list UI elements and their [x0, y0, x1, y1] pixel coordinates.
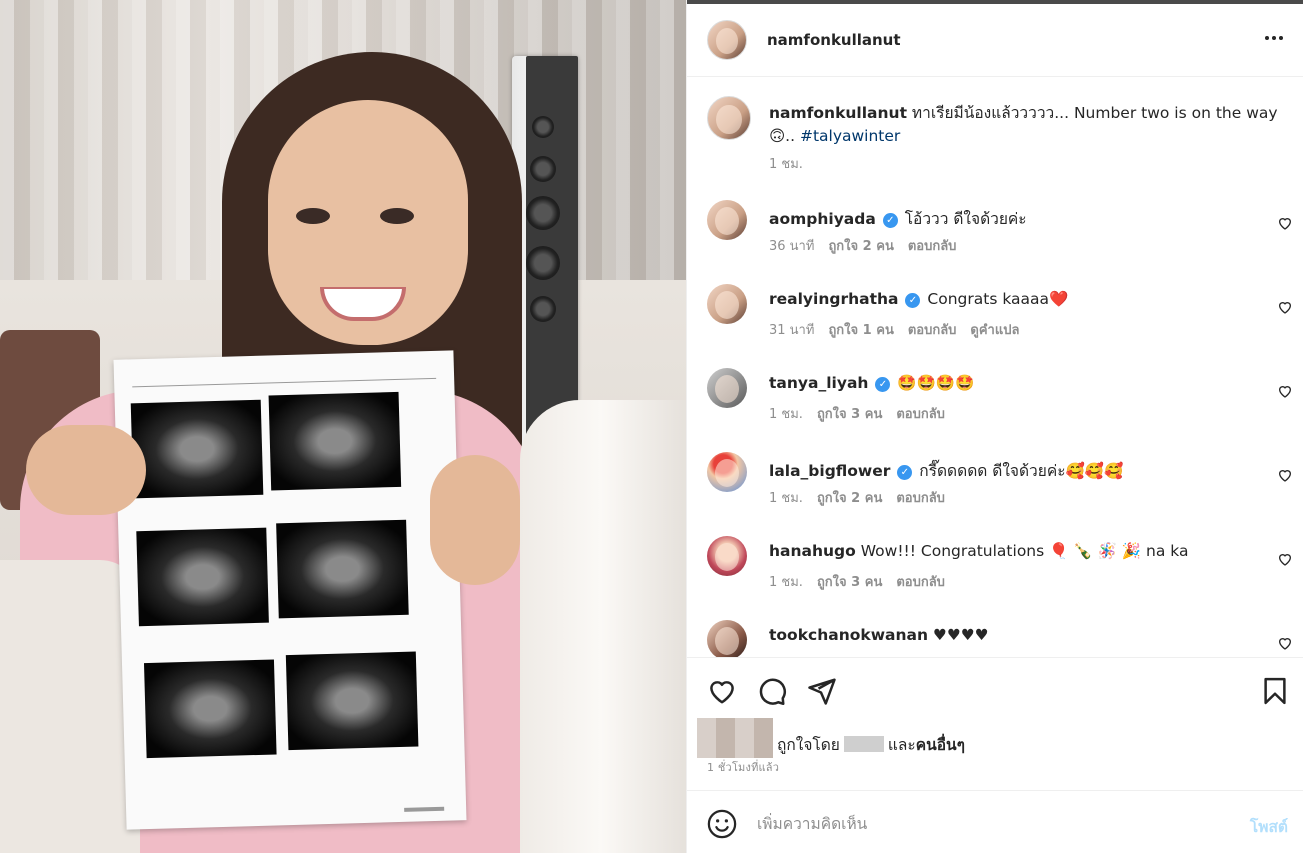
- reply-button[interactable]: ตอบกลับ: [908, 323, 957, 338]
- comment-row: realyingrhatha ✓ Congrats kaaaa❤️ 31 นาท…: [707, 284, 1293, 354]
- comment-avatar[interactable]: [707, 200, 747, 240]
- post-photo[interactable]: [0, 0, 686, 853]
- comment-text: โอ้ววว ดีใจด้วยค่ะ: [899, 210, 1027, 228]
- comment-likes[interactable]: ถูกใจ 1 คน: [828, 323, 893, 338]
- verified-badge-icon: ✓: [897, 465, 913, 480]
- comment-row: aomphiyada ✓ โอ้ววว ดีใจด้วยค่ะ 36 นาที ถ…: [707, 200, 1293, 270]
- action-bar: [687, 660, 1303, 720]
- liked-by-conjunction: และ: [887, 736, 916, 754]
- comment-input[interactable]: [757, 811, 1217, 837]
- liked-by-prefix: ถูกใจโดย: [777, 736, 840, 754]
- comment-username[interactable]: hanahugo: [769, 542, 856, 560]
- translate-button[interactable]: ดูคำแปล: [970, 323, 1019, 338]
- comment-text: 🤩🤩🤩🤩: [892, 374, 975, 392]
- comment-text: Congrats kaaaa❤️: [922, 290, 1069, 308]
- comment-username[interactable]: lala_bigflower: [769, 462, 890, 480]
- reply-button[interactable]: ตอบกลับ: [896, 407, 945, 422]
- bookmark-icon[interactable]: [1260, 676, 1290, 706]
- comment-time: 36 นาที: [769, 239, 815, 254]
- comment-likes[interactable]: ถูกใจ 3 คน: [817, 407, 882, 422]
- liked-by-others[interactable]: คนอื่นๆ: [916, 736, 965, 754]
- comment-row: tanya_liyah ✓ 🤩🤩🤩🤩 1 ชม. ถูกใจ 3 คน ตอบกลั…: [707, 368, 1293, 438]
- post-comment-button[interactable]: โพสต์: [1250, 814, 1288, 839]
- comment-time: 1 ชม.: [769, 491, 803, 506]
- post-side-panel: namfonkullanut namfonkullanut ทาเรียมีน้…: [686, 0, 1303, 853]
- caption-avatar[interactable]: [707, 96, 751, 140]
- comment-avatar[interactable]: [707, 368, 747, 408]
- reply-button[interactable]: ตอบกลับ: [908, 239, 957, 254]
- caption-time: 1 ชม.: [769, 157, 803, 172]
- verified-badge-icon: ✓: [875, 377, 891, 392]
- comments-section[interactable]: namfonkullanut ทาเรียมีน้องแล้ววววว... N…: [687, 78, 1303, 658]
- reply-button[interactable]: ตอบกลับ: [896, 491, 945, 506]
- more-horizontal-icon[interactable]: [1261, 28, 1287, 48]
- comment-text: Wow!!! Congratulations 🎈 🍾 🪅 🎉 na ka: [855, 542, 1189, 560]
- liked-by-text[interactable]: ถูกใจโดย และคนอื่นๆ: [777, 732, 965, 757]
- right-hand: [430, 455, 520, 585]
- caption-username[interactable]: namfonkullanut: [769, 104, 907, 122]
- post-header: namfonkullanut: [687, 4, 1303, 77]
- author-avatar[interactable]: [707, 20, 747, 60]
- heart-icon[interactable]: [707, 676, 737, 706]
- comment-row: hanahugo Wow!!! Congratulations 🎈 🍾 🪅 🎉 …: [707, 536, 1293, 606]
- comment-username[interactable]: realyingrhatha: [769, 290, 899, 308]
- liker-avatars-blurred: [697, 718, 773, 758]
- comment-heart-icon[interactable]: [1277, 215, 1293, 231]
- comment-row: tookchanokwanan ♥♥♥♥: [707, 620, 1293, 657]
- comment-avatar[interactable]: [707, 284, 747, 324]
- comment-likes[interactable]: ถูกใจ 2 คน: [828, 239, 893, 254]
- comment-likes[interactable]: ถูกใจ 2 คน: [817, 491, 882, 506]
- post-time-ago: 1 ชั่วโมงที่แล้ว: [707, 761, 780, 774]
- reply-button[interactable]: ตอบกลับ: [896, 575, 945, 590]
- caption-text: namfonkullanut ทาเรียมีน้องแล้ววววว... N…: [769, 102, 1279, 148]
- comment-username[interactable]: tookchanokwanan: [769, 626, 928, 644]
- comment-heart-icon[interactable]: [1277, 383, 1293, 399]
- comment-likes[interactable]: ถูกใจ 3 คน: [817, 575, 882, 590]
- sofa-arm-right: [520, 400, 686, 853]
- comment-time: 1 ชม.: [769, 407, 803, 422]
- author-username[interactable]: namfonkullanut: [767, 31, 901, 49]
- left-hand: [26, 425, 146, 515]
- comment-username[interactable]: aomphiyada: [769, 210, 876, 228]
- caption-hashtag[interactable]: #talyawinter: [800, 127, 900, 145]
- comment-avatar[interactable]: [707, 536, 747, 576]
- comment-avatar[interactable]: [707, 452, 747, 492]
- sofa-arm-left: [0, 560, 140, 853]
- comment-heart-icon[interactable]: [1277, 299, 1293, 315]
- likes-summary: ถูกใจโดย และคนอื่นๆ: [697, 718, 1297, 760]
- comment-row: lala_bigflower ✓ กรี๊ดดดดด ดีใจด้วยค่ะ🥰🥰…: [707, 452, 1293, 522]
- comment-time: 1 ชม.: [769, 575, 803, 590]
- comment-heart-icon[interactable]: [1277, 635, 1293, 651]
- comment-avatar[interactable]: [707, 620, 747, 657]
- comment-time: 31 นาที: [769, 323, 815, 338]
- verified-badge-icon: ✓: [905, 293, 921, 308]
- comment-heart-icon[interactable]: [1277, 467, 1293, 483]
- share-icon[interactable]: [807, 676, 837, 706]
- comment-username[interactable]: tanya_liyah: [769, 374, 868, 392]
- comment-text: กรี๊ดดดดด ดีใจด้วยค่ะ🥰🥰🥰: [914, 462, 1124, 480]
- comment-composer: โพสต์: [687, 790, 1303, 853]
- blurred-username: [843, 736, 884, 752]
- comment-heart-icon[interactable]: [1277, 551, 1293, 567]
- comment-icon[interactable]: [757, 676, 787, 706]
- comment-text: ♥♥♥♥: [928, 626, 989, 644]
- emoji-icon[interactable]: [707, 809, 737, 839]
- verified-badge-icon: ✓: [882, 213, 898, 228]
- ultrasound-printout: [113, 350, 467, 830]
